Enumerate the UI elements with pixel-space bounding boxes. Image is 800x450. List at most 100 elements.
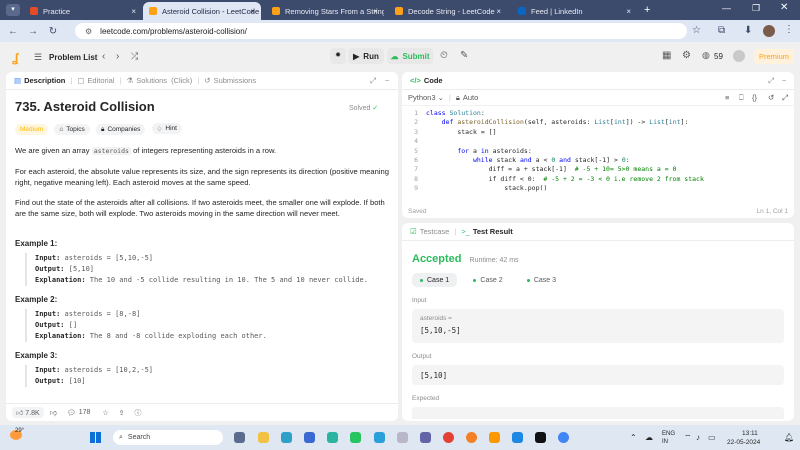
hint-tag[interactable]: ♢ Hint [151,123,182,134]
explorer-icon[interactable] [258,432,269,443]
share-icon[interactable]: ⇪ [119,409,125,417]
tab-linkedin[interactable]: Feed | LinkedIn × [512,2,637,20]
code-line: 1 class Solution: [402,109,794,118]
close-window-button[interactable]: ✕ [780,2,788,13]
notification-icon[interactable]: 🔔︎ [784,433,794,442]
case-tab-1[interactable]: Case 1 [412,273,458,287]
clock-date[interactable]: 22-05-2024 [727,439,760,446]
problem-list-link[interactable]: Problem List [49,53,97,62]
url-input[interactable]: ⚙ leetcode.com/problems/asteroid-collisio… [75,23,687,39]
random-problem-icon[interactable]: ⤮ [131,51,138,62]
streak-fire-icon[interactable]: ◍ [702,50,710,61]
task-view-icon[interactable] [234,432,245,443]
help-icon[interactable]: ⓘ [135,408,142,418]
expand-icon[interactable]: ⤢ [370,76,376,86]
tab-description[interactable]: Description [24,76,65,85]
photos-icon[interactable] [327,432,338,443]
profile-avatar[interactable] [763,25,775,37]
forward-icon[interactable]: → [26,26,40,37]
problem-list-icon[interactable]: ☰ [34,52,42,63]
prev-problem-icon[interactable]: ‹ [102,51,105,62]
bookmark-icon[interactable]: ⎕ [739,93,744,103]
close-tab-icon[interactable]: × [131,7,136,16]
onedrive-icon[interactable]: ☁ [645,433,653,442]
tab-editorial[interactable]: Editorial [87,76,114,85]
layout-icon[interactable]: ▦ [662,50,671,61]
auto-mode[interactable]: Auto [463,93,478,102]
collapse-icon[interactable]: − [782,76,786,85]
reset-icon[interactable]: ↺ [768,93,774,102]
fullscreen-icon[interactable]: ⤢ [782,93,788,103]
maximize-button[interactable]: ❐ [752,3,760,14]
pycharm-icon[interactable] [535,432,546,443]
teams-icon[interactable] [420,432,431,443]
expand-icon[interactable]: ⤢ [768,76,774,86]
settings-gear-icon[interactable]: ⚙ [682,50,691,61]
taskbar-search[interactable]: ⌕ Search [113,430,223,445]
edge-icon[interactable] [281,432,292,443]
tab-removing-stars[interactable]: Removing Stars From a String × [266,2,384,20]
tab-menu-button[interactable]: ▾ [6,4,20,16]
telegram-icon[interactable] [374,432,385,443]
leetcode-logo-icon[interactable]: ʆ [12,51,18,65]
next-problem-icon[interactable]: › [116,51,119,62]
bookmark-star-icon[interactable]: ☆ [692,25,701,36]
download-icon[interactable]: ⬇ [744,25,752,36]
format-icon[interactable]: ≡ [725,93,729,102]
chrome-icon[interactable] [443,432,454,443]
tab-click[interactable]: (Click) [171,76,192,85]
tab-decode-string[interactable]: Decode String - LeetCode × [389,2,507,20]
browser-menu-icon[interactable]: ⋮ [784,24,794,35]
companies-tag[interactable]: 🔒︎ Companies [95,124,146,135]
run-button[interactable]: ▶ Run [348,48,384,64]
reload-icon[interactable]: ↻ [46,26,60,37]
sublime-icon[interactable] [489,432,500,443]
premium-button[interactable]: Premium [754,49,794,64]
tab-asteroid-collision[interactable]: Asteroid Collision - LeetCode × [143,2,261,20]
snipping-icon[interactable] [397,432,408,443]
firefox-icon[interactable] [466,432,477,443]
whatsapp-icon[interactable] [350,432,361,443]
comment-icon[interactable]: 💬︎ [67,409,76,417]
case-tab-2[interactable]: Case 2 [465,273,510,287]
clock-time[interactable]: 13:11 [742,430,758,437]
store-icon[interactable] [304,432,315,443]
topics-tag[interactable]: ⌂ Topics [54,123,90,135]
solutions-icon: ⚗ [126,76,134,85]
close-tab-icon[interactable]: × [496,7,501,16]
chrome-active-icon[interactable] [558,432,569,443]
favorite-star-icon[interactable]: ☆ [102,409,108,417]
close-tab-icon[interactable]: × [626,7,631,16]
tab-test-result[interactable]: Test Result [473,227,513,236]
collapse-icon[interactable]: − [385,76,389,85]
tab-practice[interactable]: Practice × [24,2,142,20]
close-tab-icon[interactable]: × [250,7,255,16]
back-icon[interactable]: ← [6,26,20,37]
start-button[interactable] [90,432,101,443]
tray-chevron-icon[interactable]: ⌃ [630,433,637,442]
code-editor[interactable]: 1 class Solution: 2 def asteroidCollision(… [402,106,794,194]
battery-icon[interactable]: ▭ [708,433,716,442]
language-eng[interactable]: ENG [662,431,675,437]
case-tab-3[interactable]: Case 3 [519,273,564,287]
dislike-icon[interactable]: 👎︎ [50,408,57,417]
site-info-icon[interactable]: ⚙ [85,27,92,36]
volume-icon[interactable]: ♪ [696,433,700,442]
timer-icon[interactable]: ⏲ [440,50,448,61]
user-avatar[interactable] [733,50,745,62]
braces-icon[interactable]: {} [752,93,757,102]
tab-testcase[interactable]: Testcase [420,227,450,236]
like-button[interactable]: 👍︎ 7.8K [12,407,44,418]
notes-icon[interactable]: ✎ [460,50,468,61]
vscode-icon[interactable] [512,432,523,443]
tab-submissions[interactable]: Submissions [214,76,257,85]
wifi-icon[interactable]: ⌔ [684,433,692,443]
extensions-icon[interactable]: ⧉ [718,25,725,36]
close-tab-icon[interactable]: × [373,7,378,16]
minimize-button[interactable]: — [722,3,731,13]
tab-solutions[interactable]: Solutions [136,76,167,85]
debug-icon[interactable]: ✹ [330,48,346,64]
submit-button[interactable]: ☁ Submit [387,48,433,64]
new-tab-button[interactable]: + [644,4,650,16]
language-select[interactable]: Python3 ⌄ [408,93,444,102]
